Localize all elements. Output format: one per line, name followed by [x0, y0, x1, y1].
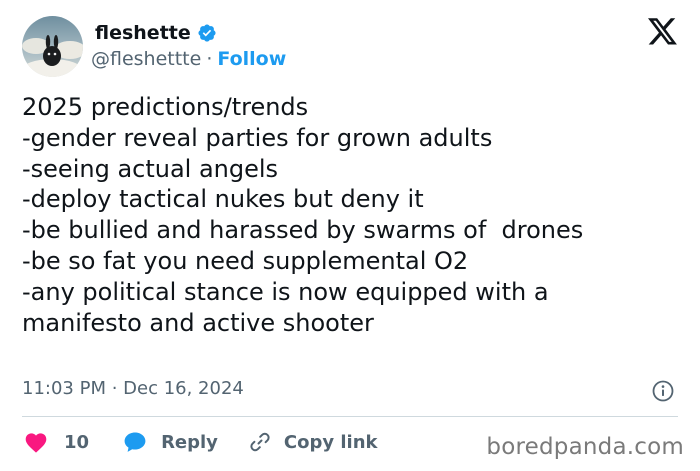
tweet-line: -be bullied and harassed by swarms of dr…	[22, 216, 584, 245]
like-button[interactable]: 10	[24, 431, 89, 453]
tweet-line: -be so fat you need supplemental O2	[22, 246, 469, 275]
copy-link-label: Copy link	[283, 431, 378, 453]
watermark: boredpanda.com	[486, 434, 684, 460]
reply-label: Reply	[161, 431, 218, 453]
tweet-line: -any political stance is now equipped wi…	[22, 277, 549, 306]
link-icon	[248, 430, 272, 454]
tweet-timestamp[interactable]: 11:03 PM · Dec 16, 2024	[22, 378, 244, 399]
avatar-image	[22, 16, 83, 77]
tweet-line: -seeing actual angels	[22, 154, 279, 183]
tweet-text: 2025 predictions/trends -gender reveal p…	[22, 92, 682, 338]
tweet-line: -gender reveal parties for grown adults	[22, 123, 493, 152]
x-logo-icon[interactable]	[648, 18, 678, 48]
heart-icon	[24, 431, 48, 453]
author-handle[interactable]: @fleshettte	[91, 48, 201, 70]
tweet-line: manifesto and active shooter	[22, 308, 374, 337]
separator-dot: ·	[206, 48, 213, 70]
author-display-name[interactable]: fleshette	[95, 22, 191, 44]
action-bar: 10 Reply Copy link	[24, 430, 378, 454]
tweet-line: 2025 predictions/trends	[22, 93, 309, 121]
author-handle-row: @fleshettte · Follow	[91, 48, 286, 70]
tweet-line: -deploy tactical nukes but deny it	[22, 185, 424, 214]
avatar[interactable]	[22, 16, 83, 77]
reply-button[interactable]: Reply	[123, 431, 218, 453]
like-count: 10	[64, 431, 90, 453]
reply-bubble-icon	[123, 431, 147, 453]
follow-button[interactable]: Follow	[217, 48, 286, 70]
copy-link-button[interactable]: Copy link	[248, 430, 378, 454]
verified-badge-icon	[197, 23, 217, 43]
author-name-row: fleshette	[95, 22, 217, 44]
divider	[22, 416, 678, 417]
info-icon[interactable]	[652, 380, 674, 402]
